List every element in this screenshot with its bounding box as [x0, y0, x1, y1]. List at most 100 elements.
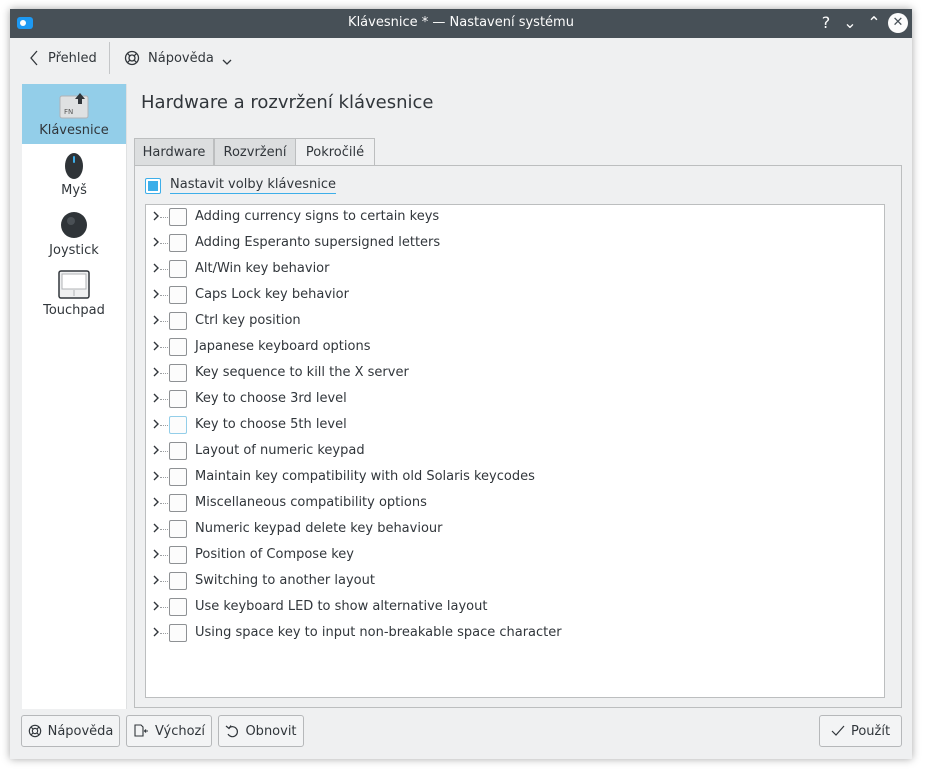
tree-connector — [160, 217, 168, 218]
toolbar-help-button[interactable]: Nápověda — [124, 46, 232, 70]
sidebar: FN Klávesnice Myš Joystick Touchpad — [22, 84, 127, 709]
option-checkbox[interactable] — [169, 234, 187, 252]
advanced-panel: Nastavit volby klávesnice Adding currenc… — [134, 165, 902, 708]
tree-connector — [160, 347, 168, 348]
svg-text:FN: FN — [64, 108, 73, 116]
sidebar-item-keyboard[interactable]: FN Klávesnice — [22, 84, 126, 144]
option-label: Caps Lock key behavior — [195, 287, 349, 302]
defaults-label: Výchozí — [154, 723, 205, 739]
tree-row[interactable]: Layout of numeric keypad — [146, 439, 884, 465]
tree-connector — [160, 555, 168, 556]
option-checkbox[interactable] — [169, 520, 187, 538]
tree-row[interactable]: Caps Lock key behavior — [146, 283, 884, 309]
tree-row[interactable]: Key to choose 5th level — [146, 413, 884, 439]
tree-connector — [160, 373, 168, 374]
touchpad-icon — [58, 270, 90, 299]
tree-connector — [160, 633, 168, 634]
back-button[interactable]: Přehled — [28, 46, 97, 70]
maximize-icon[interactable]: ⌃ — [864, 13, 884, 33]
tab-advanced[interactable]: Pokročilé — [295, 138, 375, 167]
option-checkbox[interactable] — [169, 572, 187, 590]
defaults-button[interactable]: Výchozí — [126, 715, 212, 747]
toolbar-help-label: Nápověda — [148, 50, 214, 66]
tree-connector — [160, 607, 168, 608]
option-checkbox[interactable] — [169, 208, 187, 226]
tab-layout[interactable]: Rozvržení — [214, 138, 296, 166]
option-checkbox[interactable] — [169, 624, 187, 642]
configure-options-checkbox[interactable]: Nastavit volby klávesnice — [145, 177, 336, 194]
tree-row[interactable]: Adding currency signs to certain keys — [146, 205, 884, 231]
option-label: Switching to another layout — [195, 573, 375, 588]
tree-connector — [160, 529, 168, 530]
tree-row[interactable]: Using space key to input non-breakable s… — [146, 621, 884, 647]
tree-row[interactable]: Key sequence to kill the X server — [146, 361, 884, 387]
option-label: Key sequence to kill the X server — [195, 365, 409, 380]
tree-row[interactable]: Miscellaneous compatibility options — [146, 491, 884, 517]
toolbar-separator — [109, 42, 110, 74]
option-checkbox[interactable] — [169, 416, 187, 434]
checkmark-icon — [831, 725, 845, 736]
tree-row[interactable]: Key to choose 3rd level — [146, 387, 884, 413]
tree-row[interactable]: Adding Esperanto supersigned letters — [146, 231, 884, 257]
lifebuoy-icon — [124, 50, 140, 66]
mouse-icon — [65, 153, 83, 179]
chevron-left-icon — [30, 50, 38, 66]
tree-connector — [160, 269, 168, 270]
tree-row[interactable]: Maintain key compatibility with old Sola… — [146, 465, 884, 491]
option-checkbox[interactable] — [169, 442, 187, 460]
option-checkbox[interactable] — [169, 260, 187, 278]
option-label: Miscellaneous compatibility options — [195, 495, 427, 510]
option-label: Key to choose 5th level — [195, 417, 347, 432]
tree-row[interactable]: Ctrl key position — [146, 309, 884, 335]
help-icon[interactable]: ? — [816, 13, 836, 33]
close-icon[interactable]: ✕ — [888, 13, 908, 33]
tree-row[interactable]: Japanese keyboard options — [146, 335, 884, 361]
reset-label: Obnovit — [245, 723, 297, 739]
window-title: Klávesnice * — Nastavení systému — [348, 15, 574, 30]
option-checkbox[interactable] — [169, 338, 187, 356]
back-label: Přehled — [48, 50, 97, 66]
tree-row[interactable]: Use keyboard LED to show alternative lay… — [146, 595, 884, 621]
sidebar-item-touchpad[interactable]: Touchpad — [22, 264, 126, 324]
option-label: Adding currency signs to certain keys — [195, 209, 440, 224]
checkbox-box[interactable] — [145, 177, 161, 194]
apply-button[interactable]: Použít — [819, 715, 902, 747]
minimize-icon[interactable]: ⌄ — [840, 13, 860, 33]
sidebar-item-joystick[interactable]: Joystick — [22, 204, 126, 264]
tree-connector — [160, 477, 168, 478]
reset-button[interactable]: Obnovit — [218, 715, 304, 747]
configure-options-label: Nastavit volby klávesnice — [170, 177, 336, 194]
option-checkbox[interactable] — [169, 598, 187, 616]
tree-connector — [160, 399, 168, 400]
option-label: Japanese keyboard options — [195, 339, 371, 354]
settings-window: Klávesnice * — Nastavení systému ? ⌄ ⌃ ✕… — [10, 9, 912, 759]
tree-row[interactable]: Switching to another layout — [146, 569, 884, 595]
tree-row[interactable]: Position of Compose key — [146, 543, 884, 569]
option-checkbox[interactable] — [169, 312, 187, 330]
sidebar-item-label: Klávesnice — [39, 123, 109, 138]
tree-connector — [160, 503, 168, 504]
option-checkbox[interactable] — [169, 286, 187, 304]
undo-icon — [226, 725, 239, 738]
lifebuoy-icon — [28, 724, 41, 738]
tree-connector — [160, 295, 168, 296]
tree-connector — [160, 425, 168, 426]
option-checkbox[interactable] — [169, 546, 187, 564]
option-label: Key to choose 3rd level — [195, 391, 347, 406]
option-checkbox[interactable] — [169, 468, 187, 486]
tab-hardware[interactable]: Hardware — [134, 138, 214, 166]
footer-help-button[interactable]: Nápověda — [21, 715, 120, 747]
tree-row[interactable]: Alt/Win key behavior — [146, 257, 884, 283]
option-checkbox[interactable] — [169, 364, 187, 382]
option-label: Layout of numeric keypad — [195, 443, 365, 458]
option-checkbox[interactable] — [169, 390, 187, 408]
option-checkbox[interactable] — [169, 494, 187, 512]
apply-label: Použít — [850, 723, 891, 739]
keyboard-icon: FN — [59, 93, 89, 119]
tree-row[interactable]: Numeric keypad delete key behaviour — [146, 517, 884, 543]
option-label: Use keyboard LED to show alternative lay… — [195, 599, 488, 614]
sidebar-item-mouse[interactable]: Myš — [22, 144, 126, 204]
chevron-down-icon — [222, 59, 232, 65]
option-label: Position of Compose key — [195, 547, 354, 562]
page-title: Hardware a rozvržení klávesnice — [141, 92, 434, 113]
